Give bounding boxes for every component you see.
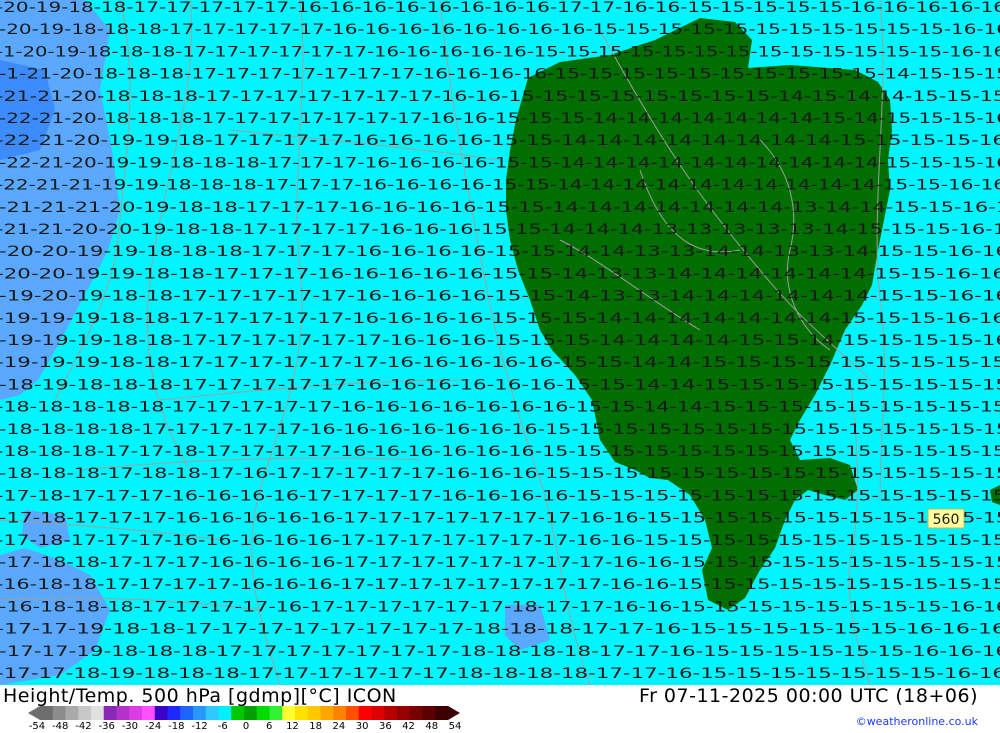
color-scale-tick-label: -24 <box>144 721 162 732</box>
temperature-label-row: -18-19-18-18-18-17-17-17-17-17-16-16-16-… <box>0 377 1000 393</box>
temperature-label-row: -1-21-20-18-18-18-17-17-17-17-17-17-17-1… <box>0 67 1000 83</box>
temperature-label-row: -22-21-20-19-19-18-17-17-17-17-16-16-16-… <box>0 133 1000 149</box>
color-scale-swatch <box>193 706 207 720</box>
color-scale-swatch <box>231 706 245 720</box>
temperature-label-row: -19-20-19-18-18-17-17-17-17-17-16-16-16-… <box>0 289 1000 305</box>
weather-map: -20-19-18-18-17-17-17-17-17-16-16-16-16-… <box>0 0 1000 685</box>
temperature-label-row: -20-20-19-19-18-18-18-17-17-17-16-16-16-… <box>0 244 1000 260</box>
color-scale-swatch <box>269 706 283 720</box>
temperature-label-row: -18-18-18-17-17-18-17-17-17-17-16-16-16-… <box>0 444 1000 460</box>
color-scale-tick-label: -42 <box>75 721 92 732</box>
color-scale-tick-label: 6 <box>266 721 273 732</box>
temperature-label-row: -21-21-20-18-18-18-17-17-17-17-17-17-17-… <box>0 89 1000 105</box>
color-scale-tick-label: 54 <box>448 721 462 732</box>
temperature-label-row: -17-17-19-18-18-17-17-17-17-17-17-17-17-… <box>0 622 1000 638</box>
color-scale-swatch <box>180 706 194 720</box>
color-scale-swatch <box>320 706 334 720</box>
contour-label-text: 560 <box>933 512 960 528</box>
color-scale-swatch <box>129 706 143 720</box>
map-title: Height/Temp. 500 hPa [gdmp][°C] ICON <box>3 685 397 707</box>
temperature-label-row: -18-18-18-18-17-17-17-17-17-16-16-16-16-… <box>0 422 1000 438</box>
color-scale-swatch <box>78 706 92 720</box>
color-scale-tick-label: 18 <box>309 721 323 732</box>
color-scale-swatch <box>333 706 347 720</box>
temperature-label-row: -17-18-17-17-17-16-16-16-16-17-17-17-17-… <box>0 488 1000 504</box>
color-scale-arrow-left <box>28 706 40 720</box>
color-scale-swatch <box>256 706 270 720</box>
temperature-label-row: -16-18-18-18-17-17-17-17-16-17-17-17-17-… <box>0 599 1000 615</box>
color-scale-tick-label: -12 <box>191 721 208 732</box>
temperature-label-row: -20-20-19-19-18-18-17-17-17-16-16-16-16-… <box>0 266 1000 282</box>
color-scale-ticks: -54 -48 -42 -36 -30 -24 -18 -12 -6 0 6 12 18 24 30 36 42… <box>29 721 477 733</box>
color-scale-arrow-right <box>448 706 460 720</box>
color-scale-swatch <box>103 706 117 720</box>
temperature-label-row: -18-18-18-17-18-18-17-16-17-17-17-17-17-… <box>0 466 1000 482</box>
color-scale-tick-label: -48 <box>52 721 69 732</box>
temperature-label-row: -21-21-21-20-19-18-18-17-17-17-16-16-16-… <box>0 200 1000 216</box>
color-scale-tick-label: 0 <box>242 721 250 732</box>
map-footer: Height/Temp. 500 hPa [gdmp][°C] ICON Fr … <box>0 685 1000 733</box>
temperature-label-row: -19-19-19-18-18-17-17-17-17-17-17-16-16-… <box>0 355 1000 371</box>
color-scale-bar <box>28 706 460 720</box>
color-scale-tick-label: -36 <box>98 721 115 732</box>
color-scale-swatch <box>205 706 219 720</box>
temperature-label-row: -17-18-17-17-17-16-16-16-16-16-17-17-17-… <box>0 533 1000 549</box>
color-scale-tick-label: -6 <box>217 721 228 732</box>
color-scale-tick-label: 30 <box>355 721 369 732</box>
credit-link[interactable]: ©weatheronline.co.uk <box>856 715 978 728</box>
color-scale-swatch <box>422 706 436 720</box>
color-scale-swatch <box>384 706 398 720</box>
temperature-label-row: -18-18-18-18-18-17-17-17-17-17-16-16-16-… <box>0 400 1000 416</box>
temperature-label-row: -22-21-20-18-18-18-17-17-17-17-17-17-17-… <box>0 111 1000 127</box>
temperature-label-row: -17-18-17-17-17-16-16-16-16-16-17-17-17-… <box>0 511 1000 527</box>
color-scale-swatch <box>346 706 360 720</box>
temperature-label-row: -17-18-18-17-17-17-16-16-16-16-17-17-17-… <box>0 555 1000 571</box>
temperature-label-row: -17-17-19-18-18-18-17-17-17-17-17-17-17-… <box>0 644 1000 660</box>
color-scale-tick-label: 42 <box>402 721 415 732</box>
color-scale-swatch <box>295 706 309 720</box>
color-scale-tick-label: -30 <box>121 721 139 732</box>
color-scale-swatch <box>218 706 232 720</box>
color-scale-tick-label: 48 <box>425 721 439 732</box>
map-canvas: -20-19-18-18-17-17-17-17-17-16-16-16-16-… <box>0 0 1000 685</box>
color-scale-swatch <box>307 706 321 720</box>
color-scale-swatch <box>371 706 385 720</box>
color-scale-swatch <box>409 706 423 720</box>
color-scale-swatch <box>435 706 449 720</box>
color-scale-swatch <box>167 706 181 720</box>
temperature-label-row: -20-19-18-18-18-17-17-17-17-17-16-16-16-… <box>0 22 1000 38</box>
temperature-label-rows: -20-19-18-18-17-17-17-17-17-16-16-16-16-… <box>0 0 1000 682</box>
color-scale-swatch <box>116 706 130 720</box>
color-scale-swatch <box>65 706 79 720</box>
temperature-label-row: -16-18-18-17-17-17-17-16-16-16-17-17-17-… <box>0 577 1000 593</box>
color-scale-tick-label: -18 <box>168 721 185 732</box>
color-scale-swatch <box>358 706 372 720</box>
temperature-label-row: -1-20-19-18-18-18-17-17-17-17-17-17-16-1… <box>0 44 1000 60</box>
color-scale-tick-label: 36 <box>378 721 392 732</box>
color-scale-swatch <box>91 706 105 720</box>
temperature-label-row: -19-19-19-18-18-17-17-17-17-17-16-16-16-… <box>0 311 1000 327</box>
color-scale-swatch <box>142 706 156 720</box>
valid-time: Fr 07-11-2025 00:00 UTC (18+06) <box>639 685 978 707</box>
color-scale-tick-label: 24 <box>332 721 346 732</box>
temperature-label-row: -22-21-20-19-19-18-18-18-17-17-17-16-16-… <box>0 155 1000 171</box>
color-scale-swatch <box>397 706 411 720</box>
temperature-label-row: -17-17-18-19-18-18-18-17-17-17-17-17-17-… <box>0 666 1000 682</box>
color-scale-swatch <box>244 706 258 720</box>
temperature-label-row: -22-21-21-19-19-18-18-18-17-17-17-16-16-… <box>0 178 1000 194</box>
color-scale-tick-label: -54 <box>28 721 46 732</box>
color-scale-tick-label: 12 <box>286 721 299 732</box>
color-scale-swatch <box>154 706 168 720</box>
color-scale-swatch <box>52 706 66 720</box>
temperature-label-row: -20-19-18-18-17-17-17-17-17-16-16-16-16-… <box>0 0 1000 16</box>
color-scale-swatch <box>40 706 54 720</box>
temperature-label-row: -19-19-19-18-18-17-17-17-17-17-17-16-16-… <box>0 333 1000 349</box>
color-scale-swatch <box>282 706 296 720</box>
contour-label-560: 560 <box>927 508 965 529</box>
temperature-label-row: -21-21-20-20-19-18-18-17-17-17-17-16-16-… <box>0 222 1000 238</box>
